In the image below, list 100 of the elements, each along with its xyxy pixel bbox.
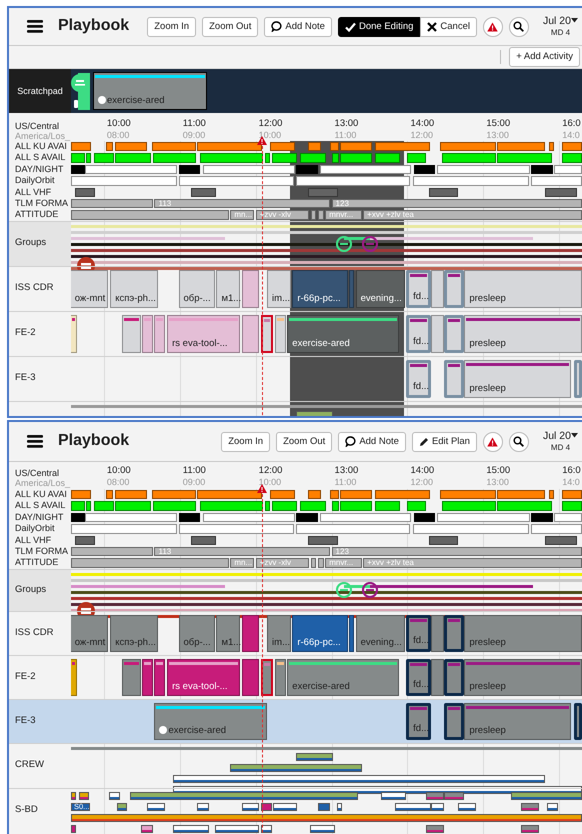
hour-label: 10:00 <box>106 466 131 477</box>
activity-block[interactable]: im... <box>267 614 292 652</box>
activity-block[interactable] <box>444 702 464 740</box>
hour-label: 14:00 <box>410 466 434 477</box>
track-label: DAY/NIGHT <box>14 164 64 176</box>
activity-block[interactable]: im... <box>267 270 292 308</box>
activity-block[interactable]: rs eva-tool-... <box>167 658 240 696</box>
activity-block[interactable] <box>444 658 464 696</box>
zoom-in-button[interactable]: Zoom In <box>147 16 196 36</box>
track-label: ALL VHF <box>14 534 52 546</box>
search-button[interactable] <box>508 432 529 452</box>
activity-block[interactable] <box>444 614 464 652</box>
track-segment: mn... <box>230 558 254 568</box>
row-label: FE-3 <box>14 371 37 386</box>
activity-block[interactable]: presleep <box>464 270 582 308</box>
activity-block[interactable]: кспэ-ph... <box>110 614 158 652</box>
activity-block[interactable]: fd... <box>406 270 432 308</box>
done-editing-button[interactable]: Done Editing <box>338 16 420 36</box>
activity-block[interactable] <box>444 360 464 398</box>
activity-block[interactable] <box>444 270 464 308</box>
activity-block[interactable]: r-66p-pc... <box>292 614 348 652</box>
activity-block[interactable]: кспэ-ph... <box>110 270 158 308</box>
cancel-button[interactable]: Cancel <box>420 16 477 36</box>
activity-block[interactable]: exercise-ared <box>154 702 268 740</box>
track-segment: +zvv -xlv <box>256 558 309 568</box>
hour-label: 08:00 <box>106 476 130 488</box>
hour-label: 12:00 <box>410 130 434 140</box>
add-activity-button[interactable]: + Add Activity <box>509 47 580 67</box>
caret-icon <box>571 18 578 24</box>
activity-block[interactable]: обр-... <box>178 270 216 308</box>
hour-label: 14:0 <box>562 476 581 488</box>
activity-block[interactable]: ож-mnt <box>71 270 108 308</box>
zoom-out-button[interactable]: Zoom Out <box>276 432 332 452</box>
hour-label: 12:00 <box>258 119 282 130</box>
activity-block[interactable]: presleep <box>464 360 571 398</box>
activity-block[interactable]: fd... <box>406 314 432 353</box>
track-label: TLM FORMA <box>14 198 69 210</box>
row-label: Groups <box>9 222 71 266</box>
track-label: DailyOrbit <box>14 523 56 535</box>
activity-block[interactable]: evening... <box>356 270 405 308</box>
track-label: DAY/NIGHT <box>14 512 64 524</box>
timezone-label: US/Central <box>15 468 60 478</box>
hour-label: 10:00 <box>106 119 131 130</box>
activity-block[interactable]: presleep <box>464 614 582 652</box>
caret-icon <box>571 433 578 438</box>
activity-block[interactable]: ож-mnt <box>71 614 108 652</box>
timezone-label: America/Los_ <box>15 478 71 489</box>
track-label: DailyOrbit <box>14 175 56 187</box>
activity-block[interactable] <box>444 314 464 353</box>
track-segment: 113 <box>154 198 330 208</box>
alert-button[interactable] <box>482 16 503 36</box>
track-label: ALL KU AVAI <box>14 489 68 500</box>
check-icon <box>344 22 356 32</box>
activity-block[interactable]: м1... <box>216 270 240 308</box>
alert-button[interactable] <box>482 432 503 452</box>
activity-block[interactable]: r-66p-pc... <box>292 270 348 308</box>
date-dropdown[interactable]: Jul 20 MD 4 <box>534 14 578 38</box>
hour-label: 10:00 <box>258 130 282 140</box>
app-title: Playbook <box>58 17 130 36</box>
hour-label: 13:00 <box>334 119 358 130</box>
add-note-button[interactable]: Add Note <box>338 432 406 452</box>
activity-block[interactable]: exercise-ared <box>93 72 207 110</box>
row-label: S-BD <box>14 803 39 818</box>
menu-icon <box>27 20 43 33</box>
app-title: Playbook <box>58 432 130 451</box>
track-segment: +xvv +zlv tea <box>363 210 582 220</box>
zoom-in-button[interactable]: Zoom In <box>221 432 270 452</box>
activity-block[interactable]: rs eva-tool-... <box>167 314 240 353</box>
activity-block[interactable]: presleep <box>464 702 571 740</box>
activity-block[interactable]: presleep <box>464 658 582 696</box>
activity-block[interactable]: presleep <box>464 314 582 353</box>
scratchpad-label: Scratchpad <box>9 69 71 113</box>
activity-block[interactable]: обр-... <box>178 614 216 652</box>
zoom-out-button[interactable]: Zoom Out <box>202 16 258 36</box>
date-dropdown[interactable]: Jul 20 MD 4 <box>534 430 578 454</box>
hour-label: 08:00 <box>106 130 130 140</box>
track-label: ALL S AVAIL <box>14 500 66 512</box>
search-button[interactable] <box>508 16 529 36</box>
row-label: FE-2 <box>14 326 37 340</box>
search-icon <box>513 21 524 32</box>
search-icon <box>513 436 524 447</box>
timezone-label: US/Central <box>15 121 60 132</box>
row-label: FE-2 <box>14 670 37 684</box>
track-segment: 113 <box>154 546 330 556</box>
edit-plan-button[interactable]: Edit Plan <box>412 432 477 452</box>
row-label: ISS CDR <box>14 626 55 640</box>
track-segment: 123 <box>332 198 582 208</box>
track-segment: 123 <box>332 546 582 556</box>
track-segment: mnvr... <box>325 558 362 568</box>
add-note-button[interactable]: Add Note <box>264 16 332 36</box>
hour-label: 09:00 <box>182 476 206 488</box>
activity-block[interactable] <box>260 658 274 696</box>
activity-block[interactable] <box>260 314 274 353</box>
activity-block[interactable]: evening... <box>356 614 405 652</box>
hour-label: 13:00 <box>334 466 358 477</box>
row-label: CREW <box>14 758 46 772</box>
activity-block[interactable]: exercise-ared <box>287 658 399 696</box>
activity-block[interactable]: fd... <box>406 360 432 398</box>
activity-block[interactable]: exercise-ared <box>287 314 399 353</box>
activity-block[interactable] <box>574 702 582 740</box>
